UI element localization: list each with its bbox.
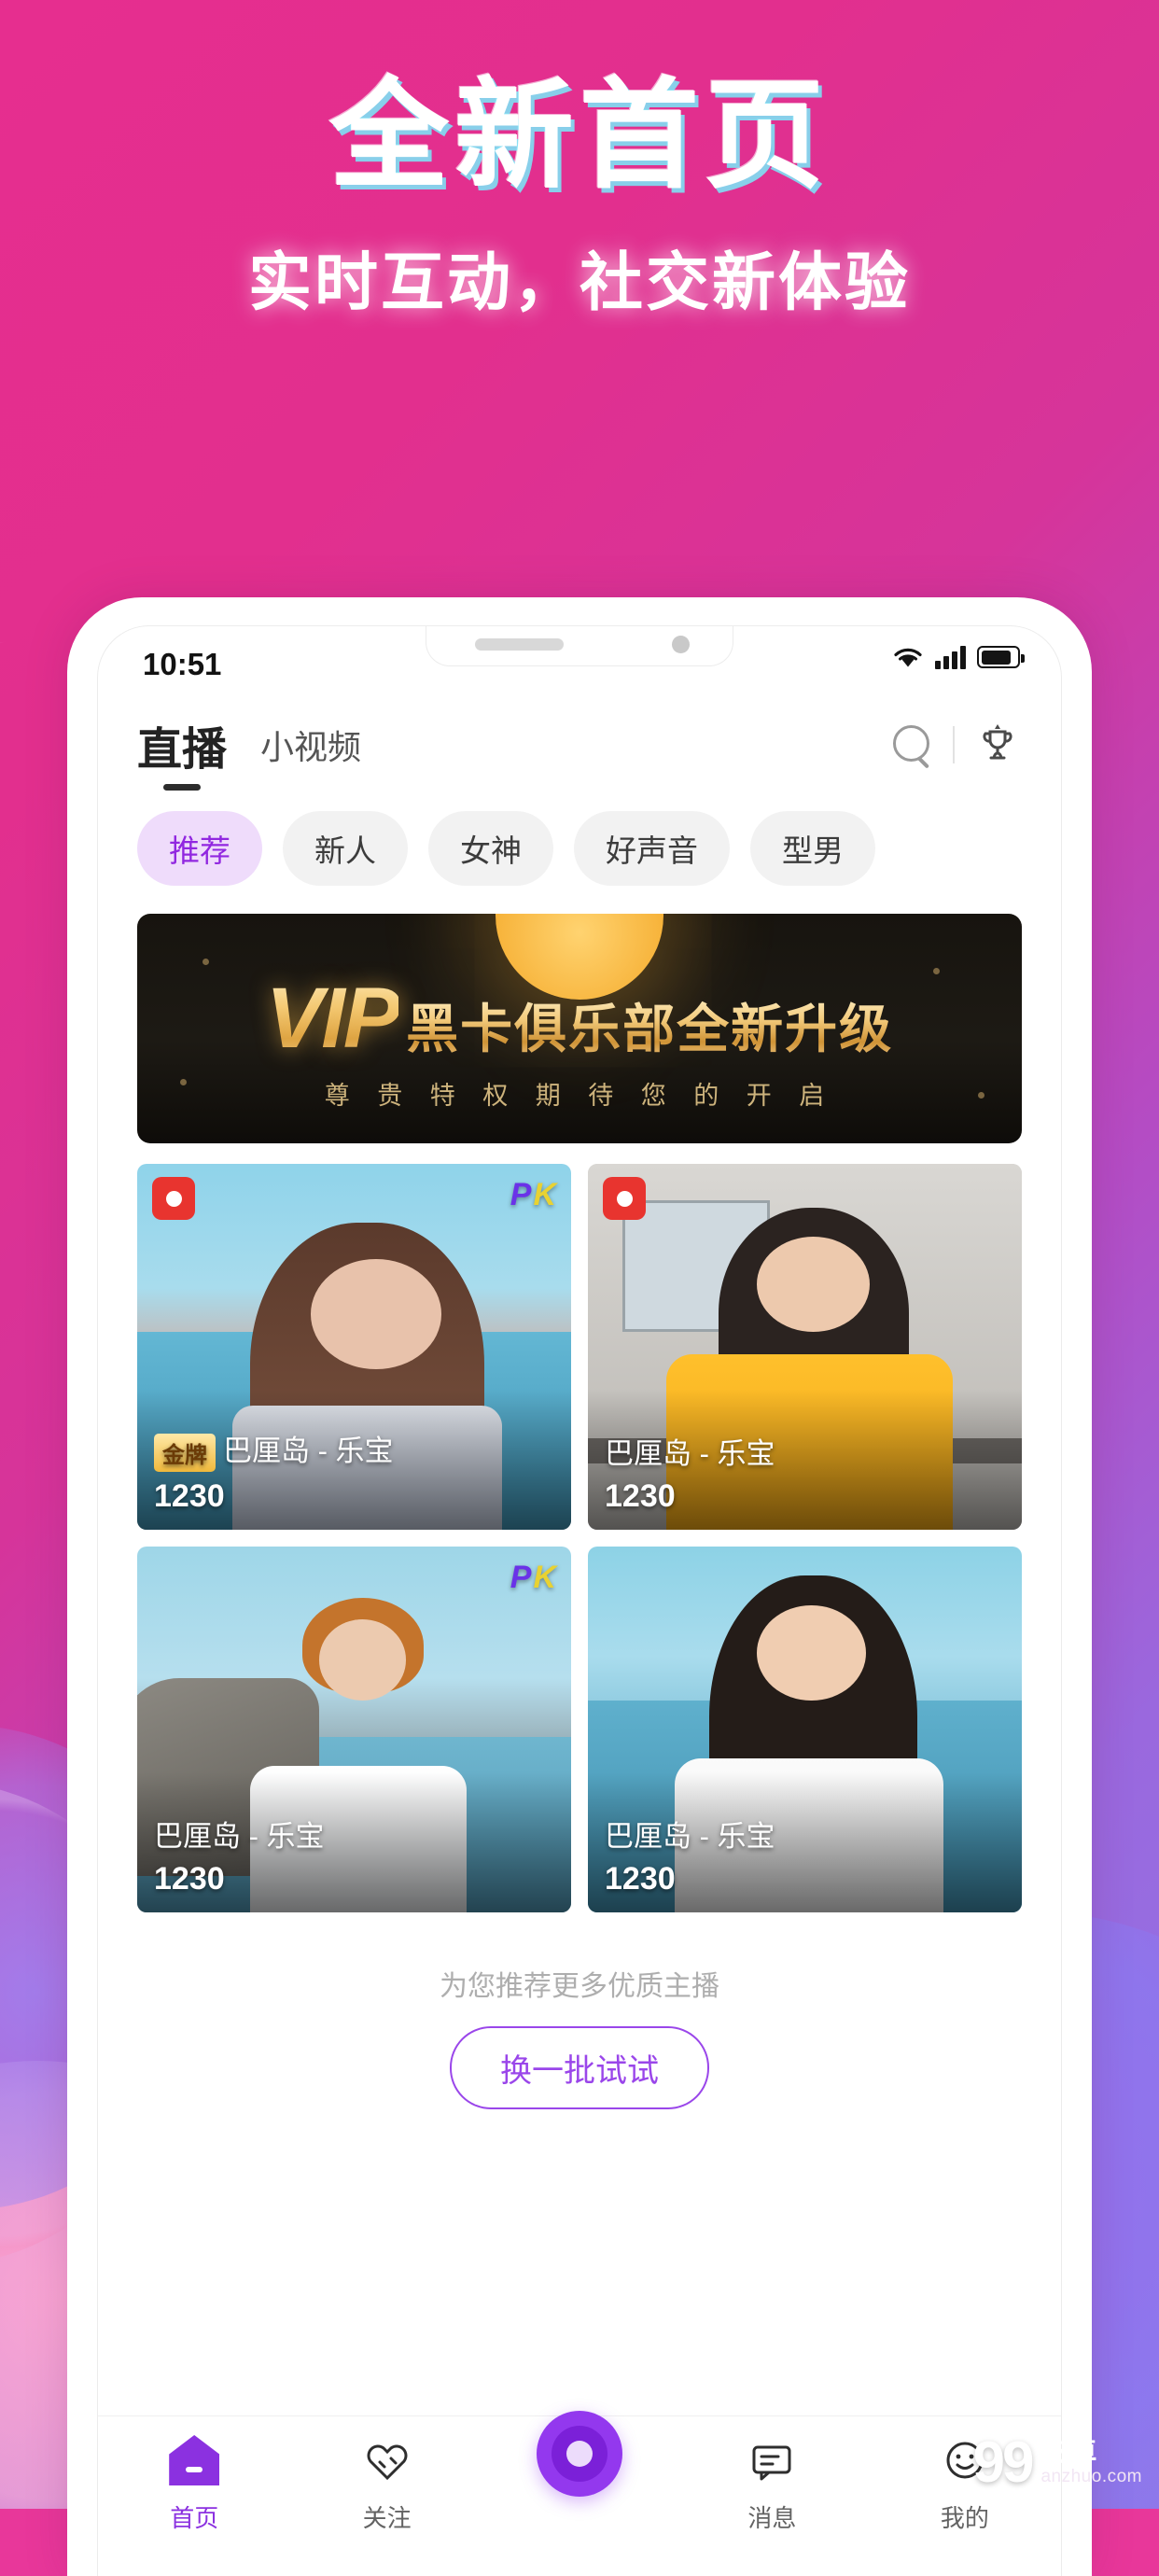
- home-icon: [169, 2435, 220, 2485]
- watermark-site: anzhuo.com: [1040, 2467, 1142, 2487]
- sparkle-dot: [202, 959, 209, 965]
- chip-goddess[interactable]: 女神: [428, 811, 553, 886]
- phone-screen: 10:51 直播 小视频 推荐 新人 女神 好声音 型男 VIP 黑卡俱乐部全新…: [97, 625, 1062, 2576]
- front-camera: [672, 636, 690, 653]
- live-room-grid: PK 金牌 巴厘岛 - 乐宝 1230 巴厘岛 - 乐宝 1230 PK 巴厘岛…: [98, 1143, 1061, 1912]
- live-card[interactable]: 巴厘岛 - 乐宝 1230: [588, 1164, 1022, 1530]
- live-ring-icon: [537, 2411, 623, 2497]
- thumbnail-subject-face: [757, 1237, 871, 1333]
- live-card-name: 巴厘岛 - 乐宝: [154, 1813, 558, 1855]
- vip-banner-content: VIP 黑卡俱乐部全新升级 尊 贵 特 权 期 待 您 的 开 启: [266, 970, 893, 1112]
- status-time: 10:51: [143, 647, 222, 681]
- chip-recommend[interactable]: 推荐: [137, 811, 262, 886]
- viewer-count: 1230: [605, 1478, 676, 1514]
- nav-item-message[interactable]: 消息: [676, 2435, 868, 2534]
- header-divider: [953, 726, 955, 763]
- search-icon[interactable]: [891, 723, 934, 766]
- vip-subline: 尊 贵 特 权 期 待 您 的 开 启: [324, 1082, 835, 1110]
- nav-item-go-live[interactable]: [483, 2411, 676, 2501]
- streamer-name: 巴厘岛 - 乐宝: [605, 1820, 775, 1853]
- phone-notch: [426, 626, 733, 666]
- vip-headline-row: VIP 黑卡俱乐部全新升级: [266, 970, 893, 1068]
- watermark: 99 安卓 anzhuo.com: [973, 2429, 1142, 2496]
- thumbnail-subject-face: [757, 1604, 866, 1701]
- recommend-tip: 为您推荐更多优质主播: [440, 1971, 719, 2002]
- heart-icon: [362, 2435, 412, 2485]
- live-card-name: 金牌 巴厘岛 - 乐宝: [154, 1427, 558, 1472]
- sparkle-dot: [180, 1079, 187, 1085]
- vip-logo-text: VIP: [265, 971, 400, 1066]
- status-indicators: [892, 645, 1025, 669]
- thumbnail-subject-face: [319, 1619, 407, 1701]
- earpiece-speaker: [475, 638, 564, 651]
- message-icon: [747, 2435, 797, 2485]
- sparkle-dot: [933, 968, 940, 974]
- nav-item-home[interactable]: 首页: [98, 2435, 290, 2534]
- app-header: 直播 小视频: [98, 695, 1061, 787]
- live-card[interactable]: PK 巴厘岛 - 乐宝 1230: [137, 1547, 571, 1912]
- live-card[interactable]: 巴厘岛 - 乐宝 1230: [588, 1547, 1022, 1912]
- live-status-icon: [152, 1177, 195, 1220]
- viewer-count: 1230: [605, 1861, 676, 1897]
- nav-label-message: 消息: [747, 2504, 797, 2532]
- nav-label-home: 首页: [170, 2504, 219, 2532]
- viewer-count: 1230: [154, 1861, 225, 1897]
- page-title: 全新首页: [328, 69, 830, 203]
- vip-banner-wrapper: VIP 黑卡俱乐部全新升级 尊 贵 特 权 期 待 您 的 开 启: [98, 891, 1061, 1143]
- watermark-logo: 99: [972, 2430, 1035, 2495]
- gold-badge: 金牌: [154, 1434, 216, 1472]
- recommend-section: 为您推荐更多优质主播 换一批试试: [98, 1912, 1061, 2109]
- vip-headline: 黑卡俱乐部全新升级: [406, 987, 893, 1063]
- chip-good-voice[interactable]: 好声音: [574, 811, 730, 886]
- vip-banner[interactable]: VIP 黑卡俱乐部全新升级 尊 贵 特 权 期 待 您 的 开 启: [137, 914, 1022, 1143]
- chip-newcomer[interactable]: 新人: [283, 811, 408, 886]
- chip-handsome[interactable]: 型男: [750, 811, 875, 886]
- tab-short-video[interactable]: 小视频: [260, 721, 361, 769]
- viewer-count: 1230: [154, 1478, 225, 1514]
- nav-label-follow: 关注: [362, 2504, 412, 2532]
- status-bar: 10:51: [98, 626, 1061, 695]
- live-card-name: 巴厘岛 - 乐宝: [605, 1430, 1009, 1472]
- streamer-name: 巴厘岛 - 乐宝: [223, 1434, 394, 1467]
- signal-bars-icon: [935, 645, 966, 669]
- live-status-icon: [603, 1177, 646, 1220]
- tab-live[interactable]: 直播: [137, 712, 227, 777]
- wifi-icon: [894, 648, 922, 667]
- phone-mockup: 10:51 直播 小视频 推荐 新人 女神 好声音 型男 VIP 黑卡俱乐部全新…: [67, 597, 1092, 2576]
- pk-badge-icon: PK: [510, 1177, 558, 1212]
- trophy-icon[interactable]: [973, 721, 1022, 769]
- sparkle-dot: [978, 1092, 984, 1099]
- bottom-navigation-bar: 首页 关注 消息 我的: [98, 2411, 1061, 2576]
- nav-item-follow[interactable]: 关注: [290, 2435, 482, 2534]
- live-card[interactable]: PK 金牌 巴厘岛 - 乐宝 1230: [137, 1164, 571, 1530]
- watermark-text: 安卓 anzhuo.com: [1040, 2439, 1142, 2486]
- streamer-name: 巴厘岛 - 乐宝: [154, 1820, 325, 1853]
- category-chip-row[interactable]: 推荐 新人 女神 好声音 型男: [98, 787, 1061, 891]
- thumbnail-subject-face: [311, 1258, 441, 1369]
- watermark-name: 安卓: [1040, 2437, 1097, 2469]
- header-actions: [891, 721, 1022, 769]
- battery-icon: [977, 646, 1025, 668]
- promo-text-block: 全新首页 实时互动，社交新体验: [0, 65, 1159, 323]
- live-card-name: 巴厘岛 - 乐宝: [605, 1813, 1009, 1855]
- page-subtitle: 实时互动，社交新体验: [247, 247, 911, 319]
- pk-badge-icon: PK: [510, 1560, 558, 1595]
- refresh-recommendations-button[interactable]: 换一批试试: [450, 2026, 709, 2109]
- nav-label-profile: 我的: [940, 2504, 989, 2532]
- streamer-name: 巴厘岛 - 乐宝: [605, 1437, 775, 1470]
